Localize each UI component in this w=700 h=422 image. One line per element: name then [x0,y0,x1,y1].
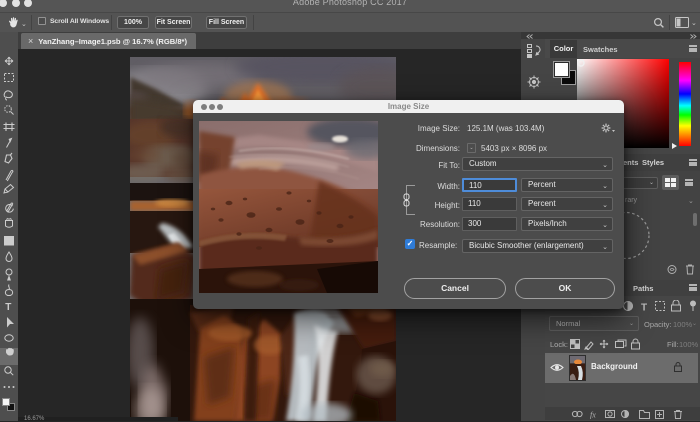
svg-text:T: T [5,302,11,313]
svg-text:T: T [641,303,647,314]
svg-text:fx: fx [590,411,596,420]
